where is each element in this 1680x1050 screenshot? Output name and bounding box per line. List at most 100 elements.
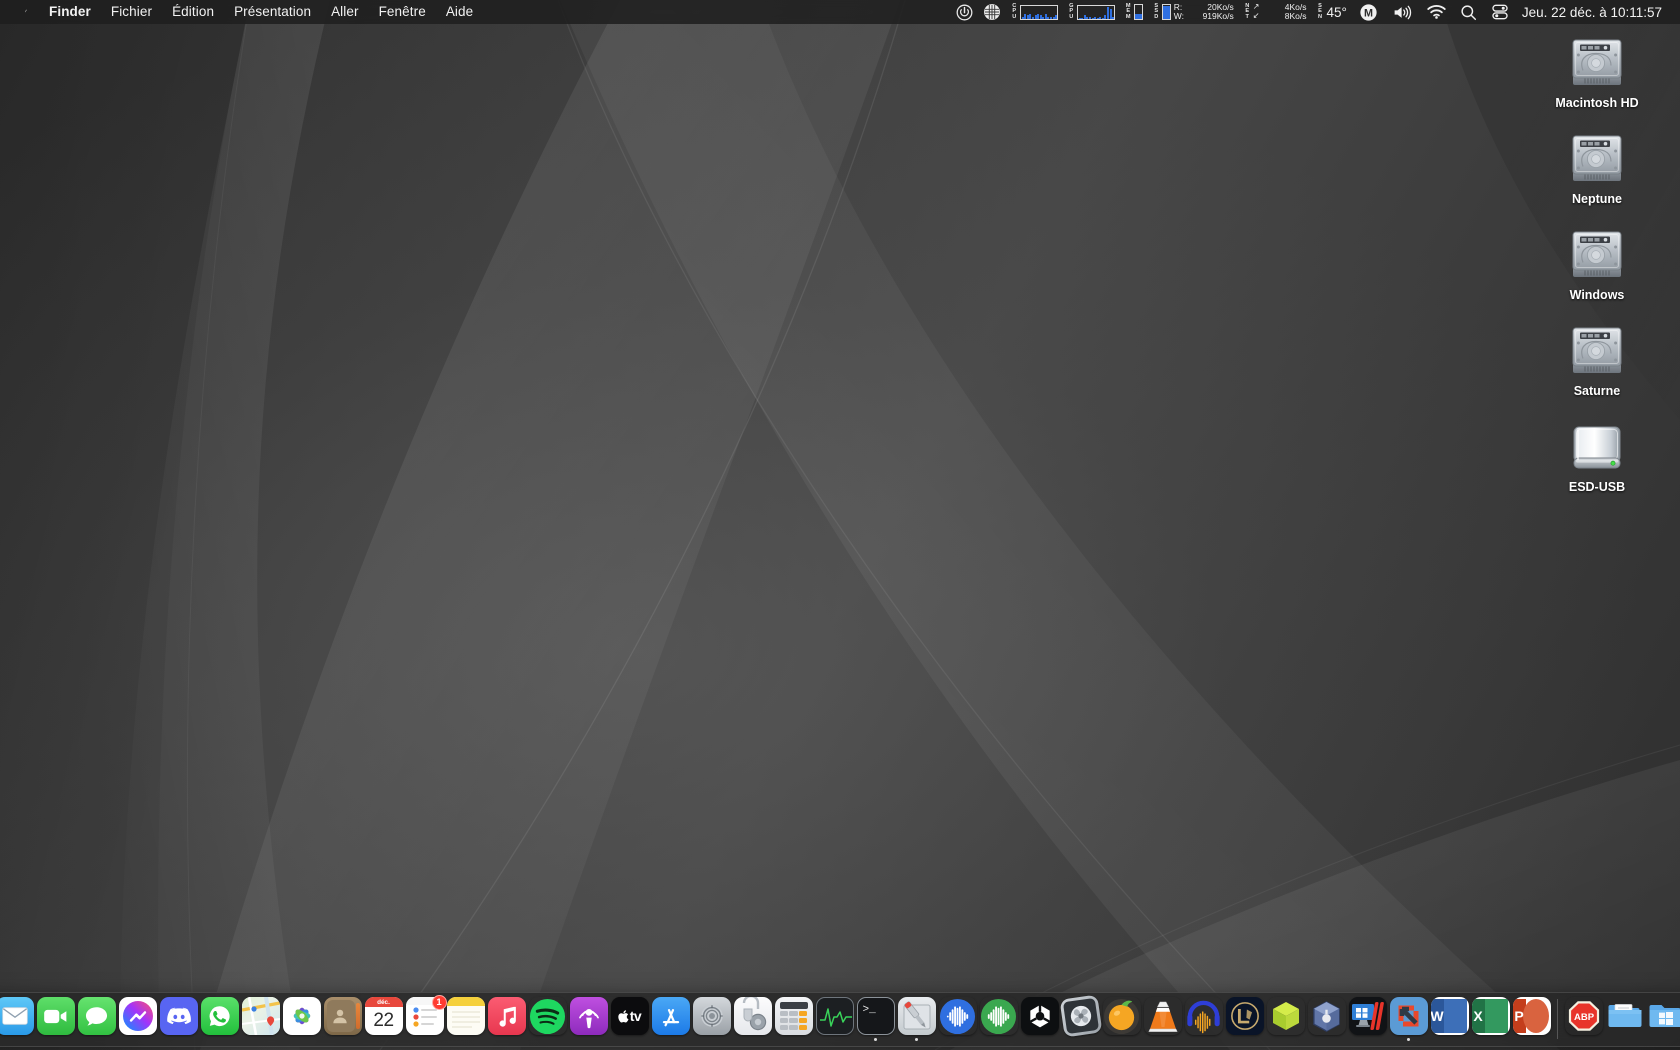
dock-item-vlc[interactable]: [1142, 994, 1183, 1041]
network-monitor-widget[interactable]: NET ↗ ↙ 4Ko/s 8Ko/s: [1239, 0, 1312, 24]
running-indicator: [997, 1038, 1001, 1042]
dock-item-league-of-legends[interactable]: [1224, 994, 1265, 1041]
dock-item-contacts[interactable]: [322, 994, 363, 1041]
gear-icon: [692, 997, 731, 1035]
dock-item-calculator[interactable]: [773, 994, 814, 1041]
dock-item-audacity[interactable]: [1183, 994, 1224, 1041]
running-indicator: [1079, 1038, 1083, 1042]
dock-item-virtualbox[interactable]: [1306, 994, 1347, 1041]
desktop-wallpaper[interactable]: [0, 0, 1680, 1050]
dock-item-podcasts[interactable]: [568, 994, 609, 1041]
vlc-cone-icon: [1144, 997, 1182, 1035]
running-indicator: [956, 1038, 960, 1042]
dock-item-disk-utility[interactable]: [732, 994, 773, 1041]
circled-m-icon[interactable]: M: [1352, 0, 1385, 24]
dock-item-documents-folder[interactable]: [1604, 994, 1645, 1041]
dock-item-powerpoint[interactable]: P: [1511, 994, 1552, 1041]
sensor-temperature-widget[interactable]: SEN 45°: [1311, 0, 1351, 24]
dock-item-cinema4d[interactable]: [1019, 994, 1060, 1041]
dock-item-whatsapp[interactable]: [199, 994, 240, 1041]
menu-item-finder[interactable]: Finder: [39, 0, 101, 24]
dock-item-audio-hijack[interactable]: [937, 994, 978, 1041]
running-indicator: [1406, 1037, 1411, 1041]
gpu-graph: [1076, 4, 1115, 20]
running-indicator: [1582, 1038, 1586, 1042]
dock-item-adblock-plus[interactable]: ABP: [1563, 994, 1604, 1041]
facetime-icon: [36, 997, 75, 1035]
menu-item-aller[interactable]: Aller: [321, 0, 369, 24]
cpu-monitor-widget[interactable]: CPU: [1006, 0, 1063, 24]
menu-bar-clock[interactable]: Jeu. 22 déc. à 10:11:57: [1516, 5, 1672, 20]
dock-item-facetime[interactable]: [35, 994, 76, 1041]
ssd-monitor-widget[interactable]: SSD R: 20Ko/s W: 919Ko/s: [1148, 0, 1239, 24]
dock-item-word[interactable]: W: [1429, 994, 1470, 1041]
apple-logo-icon[interactable]: [0, 0, 39, 24]
running-indicator: [710, 1038, 714, 1042]
dock-item-notes[interactable]: [445, 994, 486, 1041]
dock-item-excel[interactable]: X: [1470, 994, 1511, 1041]
wifi-icon[interactable]: [1420, 0, 1453, 24]
menu-item-fichier[interactable]: Fichier: [101, 0, 162, 24]
dock-item-music[interactable]: [486, 994, 527, 1041]
dock-item-terminal[interactable]: >_: [855, 994, 896, 1041]
spotify-icon: [529, 997, 567, 1035]
running-indicator: [464, 1038, 468, 1042]
desktop-icon-label: Neptune: [1572, 192, 1622, 206]
search-magnifier-icon[interactable]: [1453, 0, 1484, 24]
dock-item-activity-monitor[interactable]: [814, 994, 855, 1041]
control-center-icon[interactable]: [1484, 0, 1516, 24]
dock-item-remote-desktop[interactable]: [1388, 994, 1429, 1041]
dock-item-windows-folder-1[interactable]: [1645, 994, 1680, 1041]
dock-item-fl-studio[interactable]: [1101, 994, 1142, 1041]
dock-item-script-editor[interactable]: [896, 994, 937, 1041]
dock-item-loopback[interactable]: [978, 994, 1019, 1041]
dock-item-appletv[interactable]: tv: [609, 994, 650, 1041]
dock-item-reminders[interactable]: 1: [404, 994, 447, 1041]
gpu-monitor-widget[interactable]: GPU: [1063, 0, 1120, 24]
running-indicator: [136, 1038, 140, 1042]
dock-item-calendar[interactable]: déc. 22: [363, 994, 404, 1041]
desktop-icon-saturne[interactable]: Saturne: [1532, 318, 1662, 399]
desktop-icon-esd-usb[interactable]: ESD-USB: [1532, 414, 1662, 495]
net-down-value: 8Ko/s: [1284, 11, 1307, 21]
dock-item-unity[interactable]: [1265, 994, 1306, 1041]
messages-icon: [77, 997, 116, 1035]
menu-item-aide[interactable]: Aide: [436, 0, 483, 24]
running-indicator: [914, 1037, 919, 1041]
running-indicator: [13, 1038, 17, 1042]
menu-item-edition[interactable]: Édition: [162, 0, 224, 24]
dock-item-system-preferences[interactable]: [691, 994, 732, 1041]
adblock-text: ABP: [1573, 1012, 1594, 1023]
internal-drive-icon: [1562, 126, 1632, 188]
desktop-icon-macintosh-hd[interactable]: Macintosh HD: [1532, 30, 1662, 111]
speaker-waves-icon[interactable]: [1385, 0, 1420, 24]
dock-item-photos[interactable]: [281, 994, 322, 1041]
photos-icon: [282, 997, 321, 1035]
desktop-icon-neptune[interactable]: Neptune: [1532, 126, 1662, 207]
ssd-write-value: 919Ko/s: [1202, 11, 1234, 21]
power-button-icon[interactable]: [951, 0, 978, 24]
green-cube-icon: [1267, 997, 1305, 1035]
dock-item-parallels[interactable]: [1347, 994, 1388, 1041]
dock-item-messenger[interactable]: [117, 994, 158, 1041]
menu-item-fenetre[interactable]: Fenêtre: [369, 0, 436, 24]
dock-item-appstore[interactable]: [650, 994, 691, 1041]
menu-item-presentation[interactable]: Présentation: [224, 0, 321, 24]
dock-item-macs-fan-control[interactable]: [1059, 994, 1102, 1042]
wallpaper-ribbons: [0, 0, 1680, 1050]
podcasts-icon: [569, 997, 608, 1035]
dock-item-discord[interactable]: [158, 994, 199, 1041]
dock-item-messages[interactable]: [76, 994, 117, 1041]
running-indicator: [259, 1038, 263, 1042]
running-indicator: [1325, 1038, 1329, 1042]
documents-folder-icon: [1606, 997, 1644, 1035]
dock-item-spotify[interactable]: [527, 994, 568, 1041]
memory-monitor-widget[interactable]: MEM: [1120, 0, 1148, 24]
windows-folder-icon: [1647, 997, 1680, 1035]
running-indicator: [1366, 1038, 1370, 1042]
globe-grid-icon[interactable]: [978, 0, 1006, 24]
dock-item-maps[interactable]: [240, 994, 281, 1041]
desktop-icon-windows[interactable]: Windows: [1532, 222, 1662, 303]
maps-icon: [241, 997, 280, 1035]
dock-item-mail[interactable]: [0, 994, 35, 1041]
